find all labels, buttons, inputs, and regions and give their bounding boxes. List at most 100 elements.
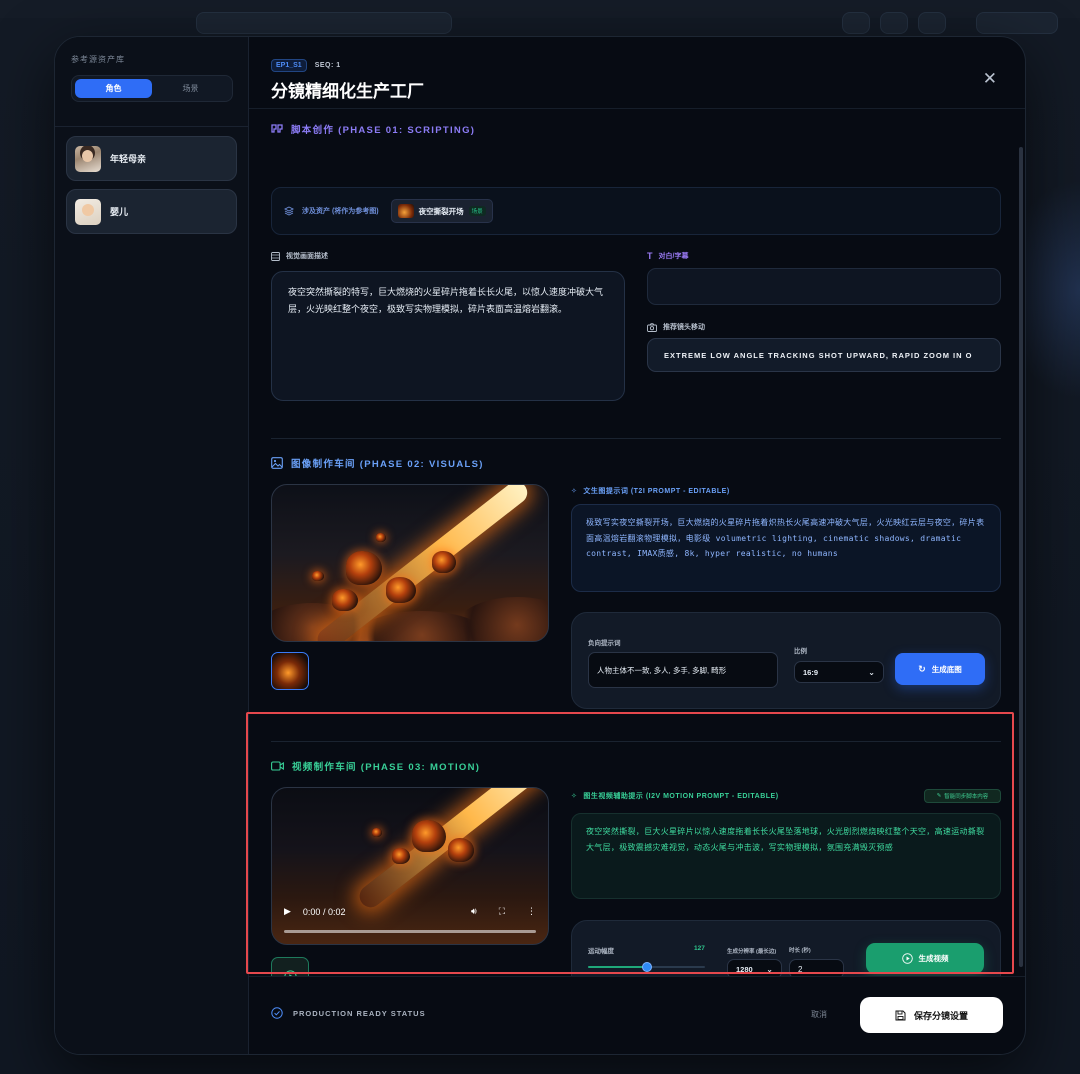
play-icon[interactable]: ▶: [284, 906, 291, 917]
motion-slider-fill: [588, 966, 647, 968]
sparkle-icon: ✧: [571, 793, 578, 800]
i2v-prompt-label-text: 图生视频辅助提示 (I2V MOTION PROMPT - EDITABLE): [583, 793, 779, 800]
sidebar-header: 参考源资产库 角色 场景: [55, 37, 248, 127]
negative-prompt-input[interactable]: 人物主体不一致, 多人, 多手, 多脚, 畸形: [588, 652, 778, 688]
camera-move-label: 推荐镜头移动: [647, 322, 705, 332]
asset-name: 婴儿: [110, 207, 129, 217]
video-camera-icon: [271, 761, 284, 771]
video-time: 0:00 / 0:02: [302, 906, 346, 917]
check-circle-icon: [271, 1007, 283, 1019]
cancel-button[interactable]: 取消: [811, 1009, 827, 1020]
referenced-assets-box: 涉及资产 (将作为参考图) 夜空撕裂开场 场景: [271, 187, 1001, 235]
dialogue-input[interactable]: [647, 268, 1001, 305]
meteor-fragment: [372, 828, 382, 837]
avatar: [75, 198, 101, 225]
section-divider: [271, 438, 1001, 439]
backdrop-button: [842, 12, 870, 34]
meteor-fragment: [332, 589, 358, 611]
phase2-title-text: 图像制作车间 (PHASE 02: VISUALS): [291, 459, 484, 470]
more-options-icon[interactable]: ⋮: [527, 906, 536, 917]
reference-tag: 场景: [468, 206, 486, 216]
resolution-label: 生成分辨率 (最长边): [727, 949, 777, 955]
t2i-prompt-label-text: 文生图提示词 (T2I PROMPT - EDITABLE): [583, 488, 730, 495]
motion-amplitude-label: 运动幅度: [588, 948, 614, 955]
backdrop-button: [880, 12, 908, 34]
tab-scenes[interactable]: 场景: [152, 79, 229, 98]
aspect-ratio-value: 16:9: [803, 667, 819, 677]
generate-image-button[interactable]: ↻ 生成底图: [895, 653, 985, 685]
generate-video-button[interactable]: 生成视频: [866, 943, 984, 974]
refresh-icon: ↻: [918, 663, 926, 674]
t2i-prompt-label: ✧ 文生图提示词 (T2I PROMPT - EDITABLE): [571, 486, 730, 496]
chevron-down-icon: ⌄: [868, 667, 875, 677]
close-icon[interactable]: ✕: [983, 69, 997, 89]
layers-icon: [284, 206, 294, 216]
backdrop-button: [976, 12, 1058, 34]
dialogue-label-text: 对白/字幕: [658, 253, 689, 260]
film-icon: [271, 251, 280, 261]
meteor-fragment: [346, 551, 382, 585]
dialogue-label: T 对白/字幕: [647, 251, 688, 261]
camera-icon: [647, 322, 657, 332]
video-player[interactable]: ▶ 0:00 / 0:02 🔊︎ ⛶ ⋮: [271, 787, 549, 945]
asset-library-sidebar: 参考源资产库 角色 场景 年轻母亲 婴儿: [55, 37, 249, 1054]
resolution-select[interactable]: 1280 ⌄: [727, 959, 782, 976]
asset-list: 年轻母亲 婴儿: [55, 127, 248, 251]
aspect-ratio-label: 比例: [794, 648, 807, 655]
i2v-prompt-textarea[interactable]: 夜空突然撕裂，巨大火星碎片以惊人速度拖着长长火尾坠落地球，火光剧烈燃烧映红整个天…: [571, 813, 1001, 899]
production-status: PRODUCTION READY STATUS: [271, 1007, 426, 1019]
referenced-assets-label: 涉及资产 (将作为参考图): [302, 208, 379, 215]
tab-characters[interactable]: 角色: [75, 79, 152, 98]
meteor-fragment: [312, 571, 324, 581]
duration-input[interactable]: 2: [789, 959, 844, 976]
reference-name: 夜空撕裂开场: [418, 206, 464, 216]
section-divider: [271, 741, 1001, 742]
quote-icon: [271, 123, 283, 135]
video-controls-panel: 运动幅度 127 生成分辨率 (最长边) 1280 ⌄ 时长 (秒) 2 生成视…: [571, 920, 1001, 976]
asset-card-mother[interactable]: 年轻母亲: [66, 136, 237, 181]
avatar: [75, 145, 101, 172]
motion-amplitude-value: 127: [694, 945, 705, 952]
video-progress-bar[interactable]: [284, 930, 536, 933]
t2i-prompt-textarea[interactable]: 极致写实夜空撕裂开场，巨大燃烧的火星碎片拖着炽热长火尾高速冲破大气层，火光映红云…: [571, 504, 1001, 592]
meteor-fragment: [376, 533, 386, 542]
generate-video-label: 生成视频: [918, 954, 949, 963]
modal-header: EP1_S1 SEQ: 1 分镜精细化生产工厂 ✕: [249, 37, 1025, 109]
scroll-content: 脚本创作 (PHASE 01: SCRIPTING) 涉及资产 (将作为参考图)…: [249, 109, 1025, 976]
phase2-title: 图像制作车间 (PHASE 02: VISUALS): [271, 456, 484, 470]
main-panel: EP1_S1 SEQ: 1 分镜精细化生产工厂 ✕ 脚本创作 (PHASE 01…: [249, 37, 1025, 1054]
phase1-title: 脚本创作 (PHASE 01: SCRIPTING): [271, 122, 475, 136]
fullscreen-icon[interactable]: ⛶: [499, 906, 505, 917]
reference-chip[interactable]: 夜空撕裂开场 场景: [390, 199, 493, 223]
video-controls: ▶ 0:00 / 0:02 🔊︎ ⛶ ⋮: [272, 892, 548, 944]
visual-description-textarea[interactable]: 夜空突然撕裂的特写，巨大燃烧的火星碎片拖着长长火尾，以惊人速度冲破大气层，火光映…: [271, 271, 625, 401]
production-status-text: PRODUCTION READY STATUS: [293, 1008, 426, 1018]
meteor-fragment: [386, 577, 416, 603]
aspect-ratio-select[interactable]: 16:9 ⌄: [794, 661, 884, 683]
meteor-fragment: [432, 551, 456, 573]
volume-icon[interactable]: 🔊︎: [471, 906, 477, 917]
phase3-title-text: 视频制作车间 (PHASE 03: MOTION): [292, 762, 481, 773]
meteor-fragment: [448, 838, 474, 862]
backdrop-button: [918, 12, 946, 34]
asset-type-toggle: 角色 场景: [71, 75, 233, 102]
backdrop-search: [196, 12, 452, 34]
motion-slider-knob[interactable]: [641, 962, 652, 972]
chevron-down-icon: ⌄: [766, 964, 773, 974]
text-icon: T: [647, 251, 653, 261]
image-controls-panel: 负向提示词 人物主体不一致, 多人, 多手, 多脚, 畸形 比例 16:9 ⌄ …: [571, 612, 1001, 709]
save-storyboard-button[interactable]: 保存分镜设置: [860, 997, 1003, 1033]
image-thumbnail[interactable]: [271, 652, 309, 690]
asset-library-title: 参考源资产库: [71, 55, 125, 64]
phase1-title-text: 脚本创作 (PHASE 01: SCRIPTING): [291, 125, 476, 136]
sequence-label: SEQ: 1: [314, 62, 341, 69]
camera-move-input[interactable]: EXTREME LOW ANGLE TRACKING SHOT UPWARD, …: [647, 338, 1001, 372]
generated-image-preview[interactable]: [271, 484, 549, 642]
video-thumbnail[interactable]: [271, 957, 309, 976]
i2v-prompt-label: ✧ 图生视频辅助提示 (I2V MOTION PROMPT - EDITABLE…: [571, 791, 779, 801]
asset-card-baby[interactable]: 婴儿: [66, 189, 237, 234]
reference-thumbnail: [397, 204, 414, 218]
modal-footer: PRODUCTION READY STATUS 取消 保存分镜设置: [249, 976, 1025, 1054]
generate-image-label: 生成底图: [931, 664, 962, 674]
sync-script-button[interactable]: ✎ 智能同步脚本内容: [924, 789, 1001, 803]
